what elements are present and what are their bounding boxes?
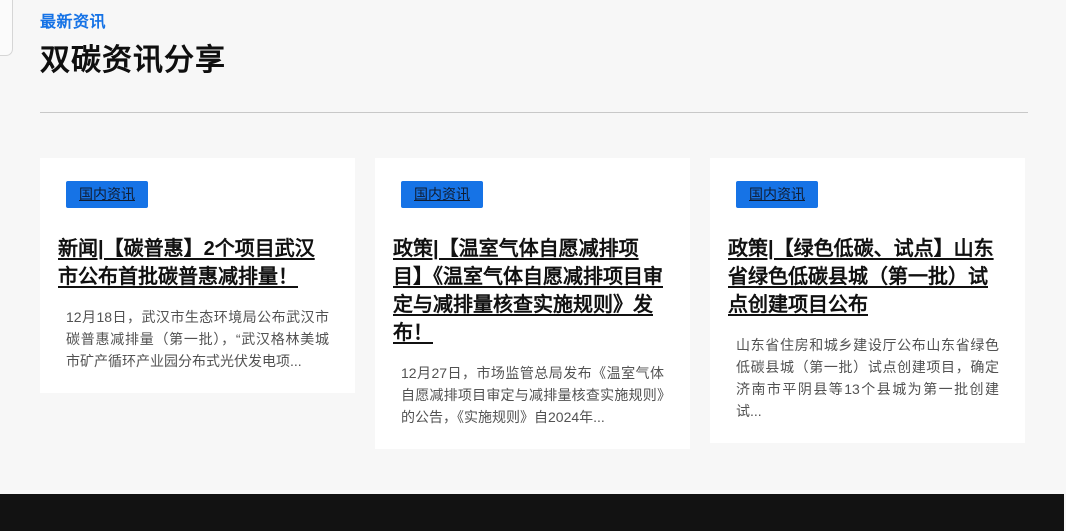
article-title-link[interactable]: 政策|【绿色低碳、试点】山东省绿色低碳县城（第一批）试点创建项目公布 bbox=[728, 235, 999, 319]
article-excerpt: 12月18日，武汉市生态环境局公布武汉市碳普惠减排量（第一批），“武汉格林美城市… bbox=[66, 306, 329, 372]
category-badge[interactable]: 国内资讯 bbox=[401, 181, 483, 208]
news-section: 最新资讯 双碳资讯分享 国内资讯 新闻|【碳普惠】2个项目武汉市公布首批碳普惠减… bbox=[40, 0, 1027, 449]
news-card: 国内资讯 政策|【绿色低碳、试点】山东省绿色低碳县城（第一批）试点创建项目公布 … bbox=[710, 158, 1025, 443]
news-card-list: 国内资讯 新闻|【碳普惠】2个项目武汉市公布首批碳普惠减排量！ 12月18日，武… bbox=[40, 158, 1027, 449]
page-title: 双碳资讯分享 bbox=[40, 35, 1027, 79]
page: 最新资讯 双碳资讯分享 国内资讯 新闻|【碳普惠】2个项目武汉市公布首批碳普惠减… bbox=[0, 0, 1066, 531]
section-eyebrow: 最新资讯 bbox=[40, 8, 1027, 32]
section-divider bbox=[40, 112, 1028, 113]
article-excerpt: 山东省住房和城乡建设厅公布山东省绿色低碳县城（第一批）试点创建项目，确定济南市平… bbox=[736, 334, 999, 422]
footer-bar bbox=[0, 494, 1064, 531]
category-badge[interactable]: 国内资讯 bbox=[736, 181, 818, 208]
article-title-link[interactable]: 新闻|【碳普惠】2个项目武汉市公布首批碳普惠减排量！ bbox=[58, 235, 329, 291]
news-card: 国内资讯 新闻|【碳普惠】2个项目武汉市公布首批碳普惠减排量！ 12月18日，武… bbox=[40, 158, 355, 393]
article-excerpt: 12月27日，市场监管总局发布《温室气体自愿减排项目审定与减排量核查实施规则》的… bbox=[401, 362, 664, 428]
edge-widget bbox=[0, 0, 13, 56]
article-title-link[interactable]: 政策|【温室气体自愿减排项目】《温室气体自愿减排项目审定与减排量核查实施规则》发… bbox=[393, 235, 664, 347]
news-card: 国内资讯 政策|【温室气体自愿减排项目】《温室气体自愿减排项目审定与减排量核查实… bbox=[375, 158, 690, 449]
category-badge[interactable]: 国内资讯 bbox=[66, 181, 148, 208]
